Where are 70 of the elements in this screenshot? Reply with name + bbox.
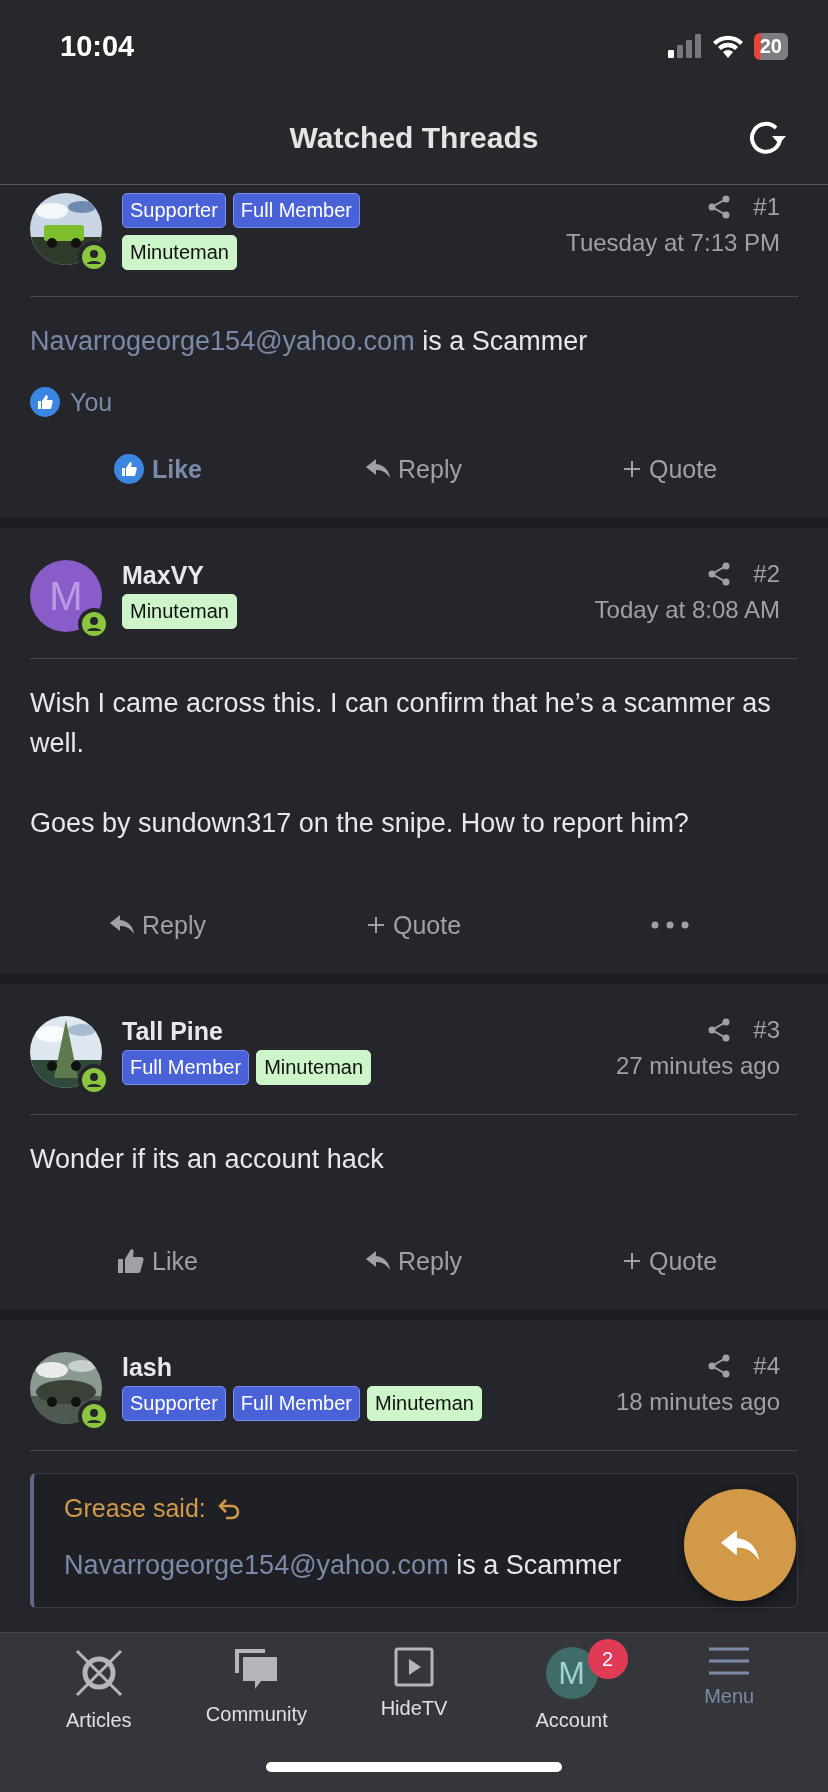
- jump-back-icon[interactable]: [217, 1497, 240, 1520]
- post-text: Wish I came across this. I can confirm that he’s a scammer as well.: [30, 687, 772, 760]
- post-time: 18 minutes ago: [615, 1388, 780, 1416]
- tab-label: Account: [535, 1709, 608, 1732]
- like-button[interactable]: Like: [30, 1245, 286, 1277]
- notification-count: 2: [587, 1639, 628, 1679]
- quote-author[interactable]: Grease said:: [64, 1494, 206, 1523]
- plus-icon: [622, 460, 641, 478]
- tab-item[interactable]: Menu: [650, 1633, 808, 1743]
- reply-button[interactable]: Reply: [286, 453, 542, 485]
- share-icon[interactable]: [707, 562, 732, 586]
- quote-button[interactable]: Quote: [542, 453, 798, 485]
- tab-label: HideTV: [380, 1697, 448, 1720]
- reaction-summary[interactable]: You: [70, 387, 113, 417]
- post-text: Navarrogeorge154@yahoo.com is a Scammer: [30, 325, 589, 358]
- menu-icon: [709, 1647, 750, 1675]
- reply-icon: [366, 459, 391, 479]
- reply-icon: [721, 1529, 759, 1561]
- post-time: Tuesday at 7:13 PM: [566, 229, 780, 257]
- reply-icon: [366, 1251, 391, 1271]
- quote-button[interactable]: Quote: [542, 1245, 798, 1277]
- user-badge: Full Member: [122, 1050, 250, 1085]
- tab-label: Articles: [66, 1709, 132, 1732]
- user-badge: Minuteman: [367, 1386, 482, 1421]
- tab-item[interactable]: HideTV: [335, 1633, 493, 1743]
- page-title: Watched Threads: [289, 121, 539, 155]
- quote-button[interactable]: Quote: [286, 909, 542, 941]
- like-button[interactable]: Like: [30, 453, 286, 485]
- post-number[interactable]: #3: [753, 1016, 780, 1044]
- post-time: Today at 8:08 AM: [594, 596, 780, 624]
- plus-icon: [622, 1252, 641, 1270]
- more-icon: [651, 921, 689, 929]
- author-name[interactable]: MaxVY: [122, 560, 575, 590]
- author-name[interactable]: lash: [122, 1352, 596, 1382]
- reply-icon: [110, 915, 135, 935]
- post-number[interactable]: #2: [753, 560, 780, 588]
- share-icon[interactable]: [707, 195, 732, 219]
- thumbs-up-icon: [114, 454, 144, 484]
- reply-button[interactable]: Reply: [30, 909, 286, 941]
- user-badge: Supporter: [122, 193, 226, 228]
- user-badge: Full Member: [232, 193, 360, 228]
- email-link[interactable]: Navarrogeorge154@yahoo.com: [30, 326, 415, 356]
- post-number[interactable]: #4: [753, 1352, 780, 1380]
- user-badge: Full Member: [232, 1386, 360, 1421]
- reply-button[interactable]: Reply: [286, 1245, 542, 1277]
- wifi-icon: [711, 34, 744, 58]
- tab-item[interactable]: M 2 Account: [492, 1633, 651, 1743]
- signal-icon: [667, 34, 702, 58]
- tab-item[interactable]: Articles: [20, 1633, 178, 1743]
- share-icon[interactable]: [707, 1018, 732, 1042]
- avatar: M: [30, 560, 102, 632]
- thumbs-up-icon: [118, 1249, 145, 1273]
- tab-label: Community: [205, 1703, 307, 1726]
- thumbs-up-icon: [30, 387, 60, 417]
- post-number[interactable]: #1: [753, 193, 780, 221]
- user-badge: Minuteman: [122, 594, 237, 629]
- post-text: Wonder if its an account hack: [30, 1143, 385, 1176]
- tab-label: Menu: [704, 1685, 755, 1708]
- post-text: Goes by sundown317 on the snipe. How to report him?: [30, 807, 690, 840]
- status-time: 10:04: [60, 29, 135, 63]
- user-badge: Supporter: [122, 1386, 226, 1421]
- email-link[interactable]: Navarrogeorge154@yahoo.com: [64, 1550, 449, 1580]
- author-name[interactable]: Tall Pine: [122, 1016, 596, 1046]
- user-badge: Minuteman: [122, 235, 237, 270]
- share-icon[interactable]: [707, 1354, 732, 1378]
- post-time: 27 minutes ago: [615, 1052, 780, 1080]
- tab-item[interactable]: Community: [177, 1633, 336, 1743]
- play-icon: [394, 1647, 434, 1687]
- user-badge: Minuteman: [256, 1050, 372, 1085]
- plus-icon: [366, 916, 385, 934]
